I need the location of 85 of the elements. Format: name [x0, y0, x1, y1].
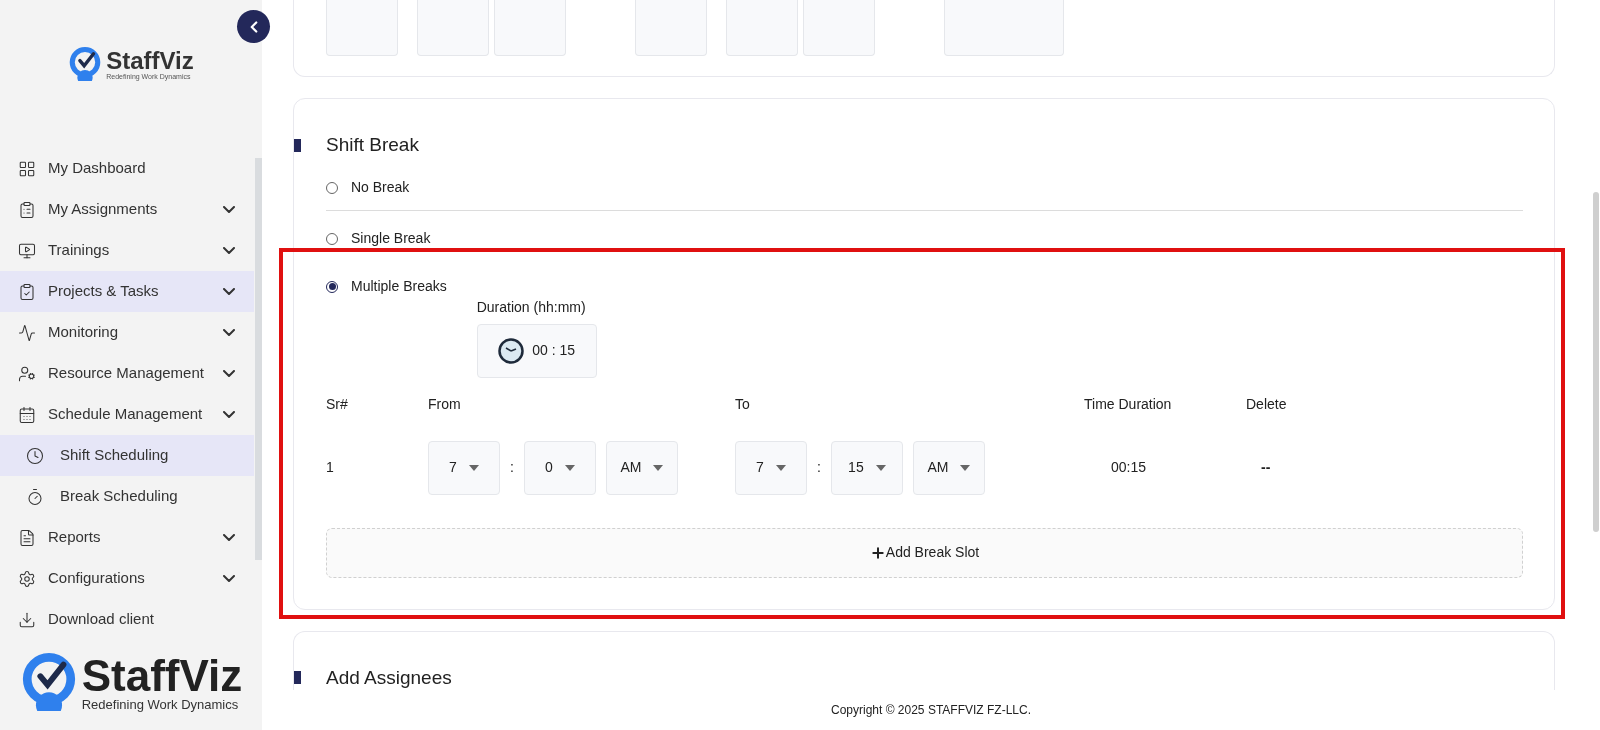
copyright-text: Copyright © 2025 STAFFVIZ FZ-LLC. — [831, 702, 1031, 719]
download-icon — [18, 610, 36, 629]
heading-marker — [294, 138, 301, 152]
sidebar-item[interactable]: Projects & Tasks — [0, 271, 254, 312]
duration-field[interactable]: 00 : 15 — [476, 323, 597, 378]
sidebar-item-label: Download client — [48, 609, 155, 630]
sidebar-item[interactable]: Reports — [0, 517, 254, 558]
column-header: Time Duration — [1084, 394, 1173, 414]
sidebar-subitem[interactable]: Shift Scheduling — [0, 435, 254, 476]
grid-icon — [18, 159, 36, 178]
select-field[interactable]: AM — [912, 440, 985, 495]
table-cell-text: -- — [1260, 458, 1272, 477]
sidebar-item[interactable]: Trainings — [0, 230, 254, 271]
logo-icon — [68, 47, 103, 81]
scrollbar-thumb[interactable] — [1593, 192, 1599, 532]
radio-option[interactable]: No Break — [326, 177, 410, 198]
select-field[interactable] — [726, 0, 798, 56]
settings-icon — [18, 569, 36, 588]
logo-name: StaffViz — [106, 48, 194, 73]
caret-icon — [960, 464, 971, 471]
clipboard-check-icon — [18, 282, 36, 301]
duration-label: Duration (hh:mm) — [476, 297, 587, 317]
plus-icon — [869, 544, 886, 561]
column-header: To — [735, 394, 751, 414]
clock-icon — [26, 446, 44, 465]
activity-icon — [18, 323, 36, 342]
sidebar-item[interactable]: Resource Management — [0, 353, 254, 394]
sidebar-item-label: Configurations — [48, 568, 146, 589]
column-header: Delete — [1246, 394, 1288, 414]
column-header: From — [428, 394, 462, 414]
sidebar-item-label: Trainings — [48, 240, 111, 261]
sidebar-item-label: Reports — [48, 527, 102, 548]
scrollbar-thumb[interactable] — [254, 158, 262, 560]
duration-field[interactable] — [944, 0, 1064, 56]
collapse-button[interactable] — [237, 10, 270, 43]
select-field[interactable]: 7 — [735, 440, 807, 495]
caret-icon — [653, 464, 664, 471]
select-field[interactable] — [803, 0, 875, 56]
user-gear-icon — [18, 364, 36, 383]
play-screen-icon — [18, 241, 36, 260]
table-cell-text: 1 — [326, 458, 335, 477]
sidebar-item-label: My Dashboard — [48, 158, 147, 179]
sidebar-item-label: Resource Management — [48, 363, 205, 384]
clock-icon — [498, 337, 525, 364]
column-header: Sr# — [326, 394, 349, 414]
logo-name: StaffViz — [81, 653, 243, 698]
timer-icon — [26, 487, 44, 506]
sidebar-item-label: Break Scheduling — [60, 486, 179, 507]
table-cell-text: 00:15 — [1110, 458, 1148, 477]
sidebar-item[interactable]: Monitoring — [0, 312, 254, 353]
select-field[interactable]: AM — [605, 440, 678, 495]
calendar-icon — [18, 405, 36, 424]
caret-icon — [775, 464, 786, 471]
sidebar-item[interactable]: My Dashboard — [0, 148, 254, 189]
add-break-slot-button[interactable]: Add Break Slot — [326, 527, 1523, 578]
select-field[interactable]: 7 — [428, 440, 500, 495]
section-title: Add Assignees — [326, 668, 452, 687]
radio-option[interactable]: Multiple Breaks — [326, 276, 447, 297]
sidebar-subitem[interactable]: Break Scheduling — [0, 476, 254, 517]
select-field[interactable]: 15 — [830, 440, 903, 495]
sidebar-item-label: Shift Scheduling — [60, 445, 170, 466]
caret-icon — [468, 464, 479, 471]
logo-tagline: Redefining Work Dynamics — [81, 697, 240, 711]
clipboard-icon — [18, 200, 36, 219]
sidebar-item[interactable]: Schedule Management — [0, 394, 254, 435]
sidebar-item[interactable]: Download client — [0, 599, 254, 640]
sidebar-item-label: Schedule Management — [48, 404, 204, 425]
sidebar-item[interactable]: My Assignments — [0, 189, 254, 230]
document-icon — [18, 528, 36, 547]
select-field[interactable] — [326, 0, 398, 56]
heading-marker — [294, 671, 301, 684]
select-field[interactable]: 0 — [523, 440, 596, 495]
sidebar-item-label: Projects & Tasks — [48, 281, 160, 302]
select-field[interactable] — [635, 0, 707, 56]
select-field[interactable] — [417, 0, 489, 56]
select-field[interactable] — [494, 0, 566, 56]
caret-icon — [564, 464, 575, 471]
section-title: Shift Break — [326, 133, 419, 157]
sidebar-item-label: My Assignments — [48, 199, 159, 220]
caret-icon — [875, 464, 886, 471]
radio-option[interactable]: Single Break — [326, 228, 431, 249]
time-separator: : — [817, 458, 821, 477]
sidebar-item-label: Monitoring — [48, 322, 120, 343]
time-separator: : — [510, 458, 514, 477]
sidebar-item[interactable]: Configurations — [0, 558, 254, 599]
